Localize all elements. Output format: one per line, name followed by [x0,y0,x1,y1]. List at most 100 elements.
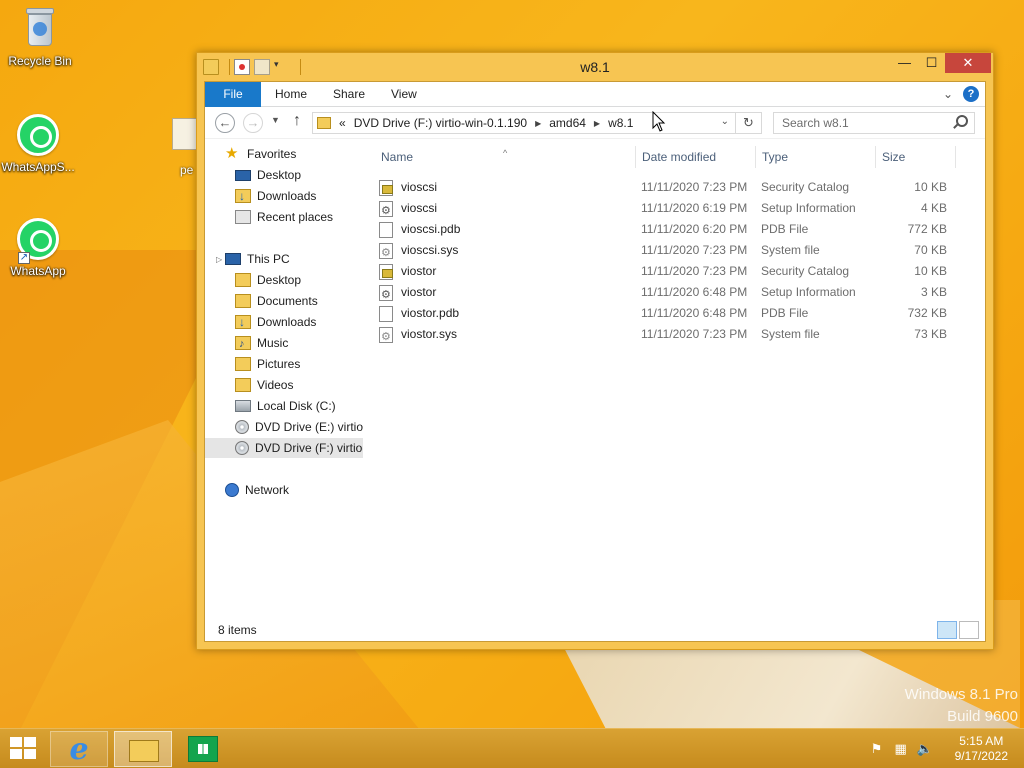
nav-item-music[interactable]: Music [235,333,288,354]
dvd-drive-icon [235,441,249,455]
address-bar[interactable]: « DVD Drive (F:) virtio-win-0.1.190 ▶ am… [312,112,762,134]
nav-label: DVD Drive (E:) virtio- [255,420,363,434]
back-button[interactable]: ← [215,113,235,133]
file-row[interactable]: vioscsi 11/11/2020 7:23 PM Security Cata… [373,177,955,198]
start-button[interactable] [10,737,38,761]
desktop-icon-label: WhatsAppS... [1,160,75,174]
chevron-down-icon[interactable]: ⌄ [721,116,729,127]
file-row[interactable]: viostor.sys 11/11/2020 7:23 PM System fi… [373,324,955,348]
file-row[interactable]: vioscsi.pdb 11/11/2020 6:20 PM PDB File … [373,219,955,240]
volume-icon[interactable]: 🔈 [917,741,933,757]
file-type: System file [761,327,820,341]
explorer-window[interactable]: ▾ w8.1 — ☐ ✕ File Home Share View ⌄ ? ← … [196,52,994,650]
nav-item-downloads[interactable]: Downloads [235,186,316,206]
taskbar: e ⚑ ▦ 🔈 5:15 AM 9/17/2022 [0,728,1024,768]
search-input[interactable]: Search w8.1 [773,112,975,134]
column-header-name[interactable]: Name ^ [381,140,507,174]
window-title: w8.1 [580,59,610,75]
file-row[interactable]: vioscsi 11/11/2020 6:19 PM Setup Informa… [373,198,955,222]
desktop-icon-whatsapp-setup[interactable]: WhatsAppS... [0,114,76,174]
file-row[interactable]: viostor 11/11/2020 6:48 PM Setup Informa… [373,282,955,306]
nav-item-recent-places[interactable]: Recent places [235,207,333,227]
file-size: 10 KB [914,264,947,278]
breadcrumb-overflow[interactable]: « [339,116,346,130]
window-body: File Home Share View ⌄ ? ← → ▼ ↑ « DVD D… [204,81,986,642]
nav-item-dvd-f[interactable]: DVD Drive (F:) virtio- [205,438,363,458]
taskbar-file-explorer[interactable] [114,731,172,767]
recent-locations-dropdown-icon[interactable]: ▼ [271,115,280,125]
clock-time: 5:15 AM [959,734,1004,748]
help-icon[interactable]: ? [963,86,979,102]
column-divider[interactable] [635,146,636,168]
system-file-icon [379,243,393,264]
desktop-icon-whatsapp[interactable]: ↗ WhatsApp [0,218,76,278]
column-header-date[interactable]: Date modified [642,140,716,174]
breadcrumb-segment[interactable]: DVD Drive (F:) virtio-win-0.1.190 [354,116,527,130]
column-divider[interactable] [875,146,876,168]
clock[interactable]: 5:15 AM 9/17/2022 [955,734,1008,764]
catalog-icon [379,264,393,280]
search-icon[interactable] [956,115,968,127]
nav-item-pictures[interactable]: Pictures [235,354,300,374]
refresh-button[interactable]: ↻ [735,113,761,133]
maximize-button[interactable]: ☐ [918,53,945,73]
nav-item-downloads[interactable]: Downloads [235,312,316,332]
tab-share[interactable]: Share [319,82,379,107]
nav-label: Recent places [257,210,334,224]
desktop-file-icon[interactable] [172,118,198,150]
nav-favorites[interactable]: ★ Favorites [225,144,296,164]
nav-item-videos[interactable]: Videos [235,375,293,395]
nav-item-dvd-e[interactable]: DVD Drive (E:) virtio- [235,417,363,437]
store-icon[interactable] [188,736,218,762]
expand-ribbon-icon[interactable]: ⌄ [943,87,953,101]
taskbar-internet-explorer[interactable]: e [50,731,108,767]
chevron-right-icon[interactable]: ▶ [594,119,600,128]
file-type: Setup Information [761,201,856,215]
nav-this-pc[interactable]: This PC [225,249,290,269]
column-divider[interactable] [955,146,956,168]
file-icon [379,222,393,238]
file-row[interactable]: vioscsi.sys 11/11/2020 7:23 PM System fi… [373,240,955,264]
large-icons-view-button[interactable] [959,621,979,639]
column-header-size[interactable]: Size [882,140,905,174]
downloads-icon [235,186,251,206]
nav-label: Desktop [257,273,302,287]
up-button[interactable]: ↑ [293,112,301,130]
expand-arrow-icon[interactable]: ▷ [216,255,222,264]
column-divider[interactable] [755,146,756,168]
file-size: 73 KB [914,327,947,341]
tab-view[interactable]: View [377,82,431,107]
chevron-right-icon[interactable]: ▶ [535,119,541,128]
tab-file[interactable]: File [205,82,261,107]
nav-item-desktop[interactable]: Desktop [235,165,301,185]
status-bar: 8 items [205,619,985,641]
windows-watermark: Windows 8.1 Pro Build 9600 [905,684,1018,728]
file-row[interactable]: viostor.pdb 11/11/2020 6:48 PM PDB File … [373,303,955,324]
nav-item-local-disk[interactable]: Local Disk (C:) [235,396,336,416]
nav-item-desktop[interactable]: Desktop [235,270,301,290]
desktop-icon-label: Recycle Bin [8,54,72,68]
tab-home[interactable]: Home [261,82,321,107]
file-date: 11/11/2020 6:48 PM [641,285,748,299]
desktop-icon-recycle-bin[interactable]: Recycle Bin [2,8,78,68]
file-row[interactable]: viostor 11/11/2020 7:23 PM Security Cata… [373,261,955,282]
close-button[interactable]: ✕ [945,53,991,73]
nav-item-documents[interactable]: Documents [235,291,318,311]
nav-network[interactable]: Network [225,480,289,500]
details-view-button[interactable] [937,621,957,639]
network-tray-icon[interactable]: ▦ [893,741,909,757]
folder-icon [235,273,251,287]
forward-button[interactable]: → [243,113,263,133]
breadcrumb-segment[interactable]: w8.1 [608,116,633,130]
column-header-type[interactable]: Type [762,140,788,174]
file-name: vioscsi [401,180,438,194]
file-size: 772 KB [907,222,947,236]
title-bar[interactable]: ▾ w8.1 — ☐ ✕ [197,53,993,81]
videos-icon [235,378,251,392]
minimize-button[interactable]: — [891,53,918,73]
action-center-flag-icon[interactable]: ⚑ [869,741,885,757]
file-date: 11/11/2020 7:23 PM [641,243,748,257]
breadcrumb-segment[interactable]: amd64 [549,116,586,130]
file-type: Security Catalog [761,180,850,194]
file-date: 11/11/2020 6:20 PM [641,222,748,236]
